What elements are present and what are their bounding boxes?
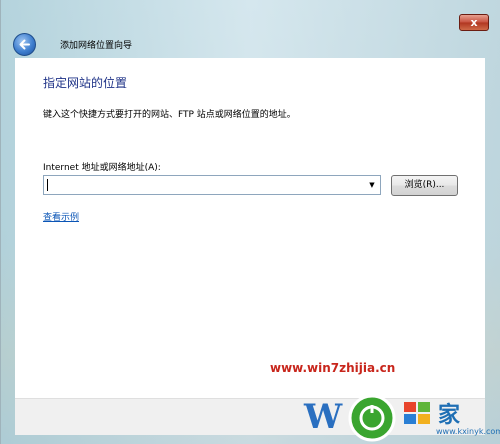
view-example-link[interactable]: 查看示例 [43, 210, 79, 223]
svg-text:W: W [303, 397, 343, 437]
chevron-down-icon[interactable]: ▼ [366, 178, 378, 192]
close-button[interactable]: x [459, 14, 489, 31]
back-button[interactable] [13, 33, 36, 56]
logo-site-url: www.kxinyk.com [436, 427, 500, 436]
page-description: 键入这个快捷方式要打开的网站、FTP 站点或网络位置的地址。 [43, 110, 296, 120]
svg-text:家: 家 [438, 402, 461, 428]
address-label: Internet 地址或网络地址(A): [43, 163, 161, 173]
page-heading: 指定网站的位置 [43, 76, 128, 90]
window-title: 添加网络位置向导 [60, 41, 133, 51]
watermark-url: www.win7zhijia.cn [270, 361, 396, 375]
wizard-content: 指定网站的位置 键入这个快捷方式要打开的网站、FTP 站点或网络位置的地址。 I… [15, 58, 485, 398]
address-input[interactable] [46, 178, 358, 192]
address-combobox[interactable]: ▼ [43, 175, 381, 195]
browse-button[interactable]: 浏览(R)... [391, 175, 458, 196]
text-caret [47, 179, 48, 191]
back-arrow-icon [19, 39, 30, 50]
